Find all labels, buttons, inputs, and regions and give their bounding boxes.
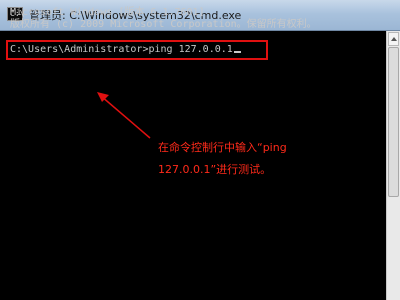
annotation-text: 在命令控制行中输入“ping 127.0.0.1”进行测试。 (158, 137, 378, 181)
annotation-line-2: 127.0.0.1”进行测试。 (158, 163, 272, 176)
console-copyright-line: 版权所有 (c) 2009 Microsoft Corporation。保留所有… (10, 19, 317, 30)
scroll-up-button[interactable] (388, 32, 399, 46)
command-highlight-box (6, 40, 268, 60)
annotation-line-1: 在命令控制行中输入“ping (158, 141, 287, 154)
vertical-scrollbar[interactable] (386, 31, 400, 300)
scroll-thumb[interactable] (388, 47, 399, 197)
